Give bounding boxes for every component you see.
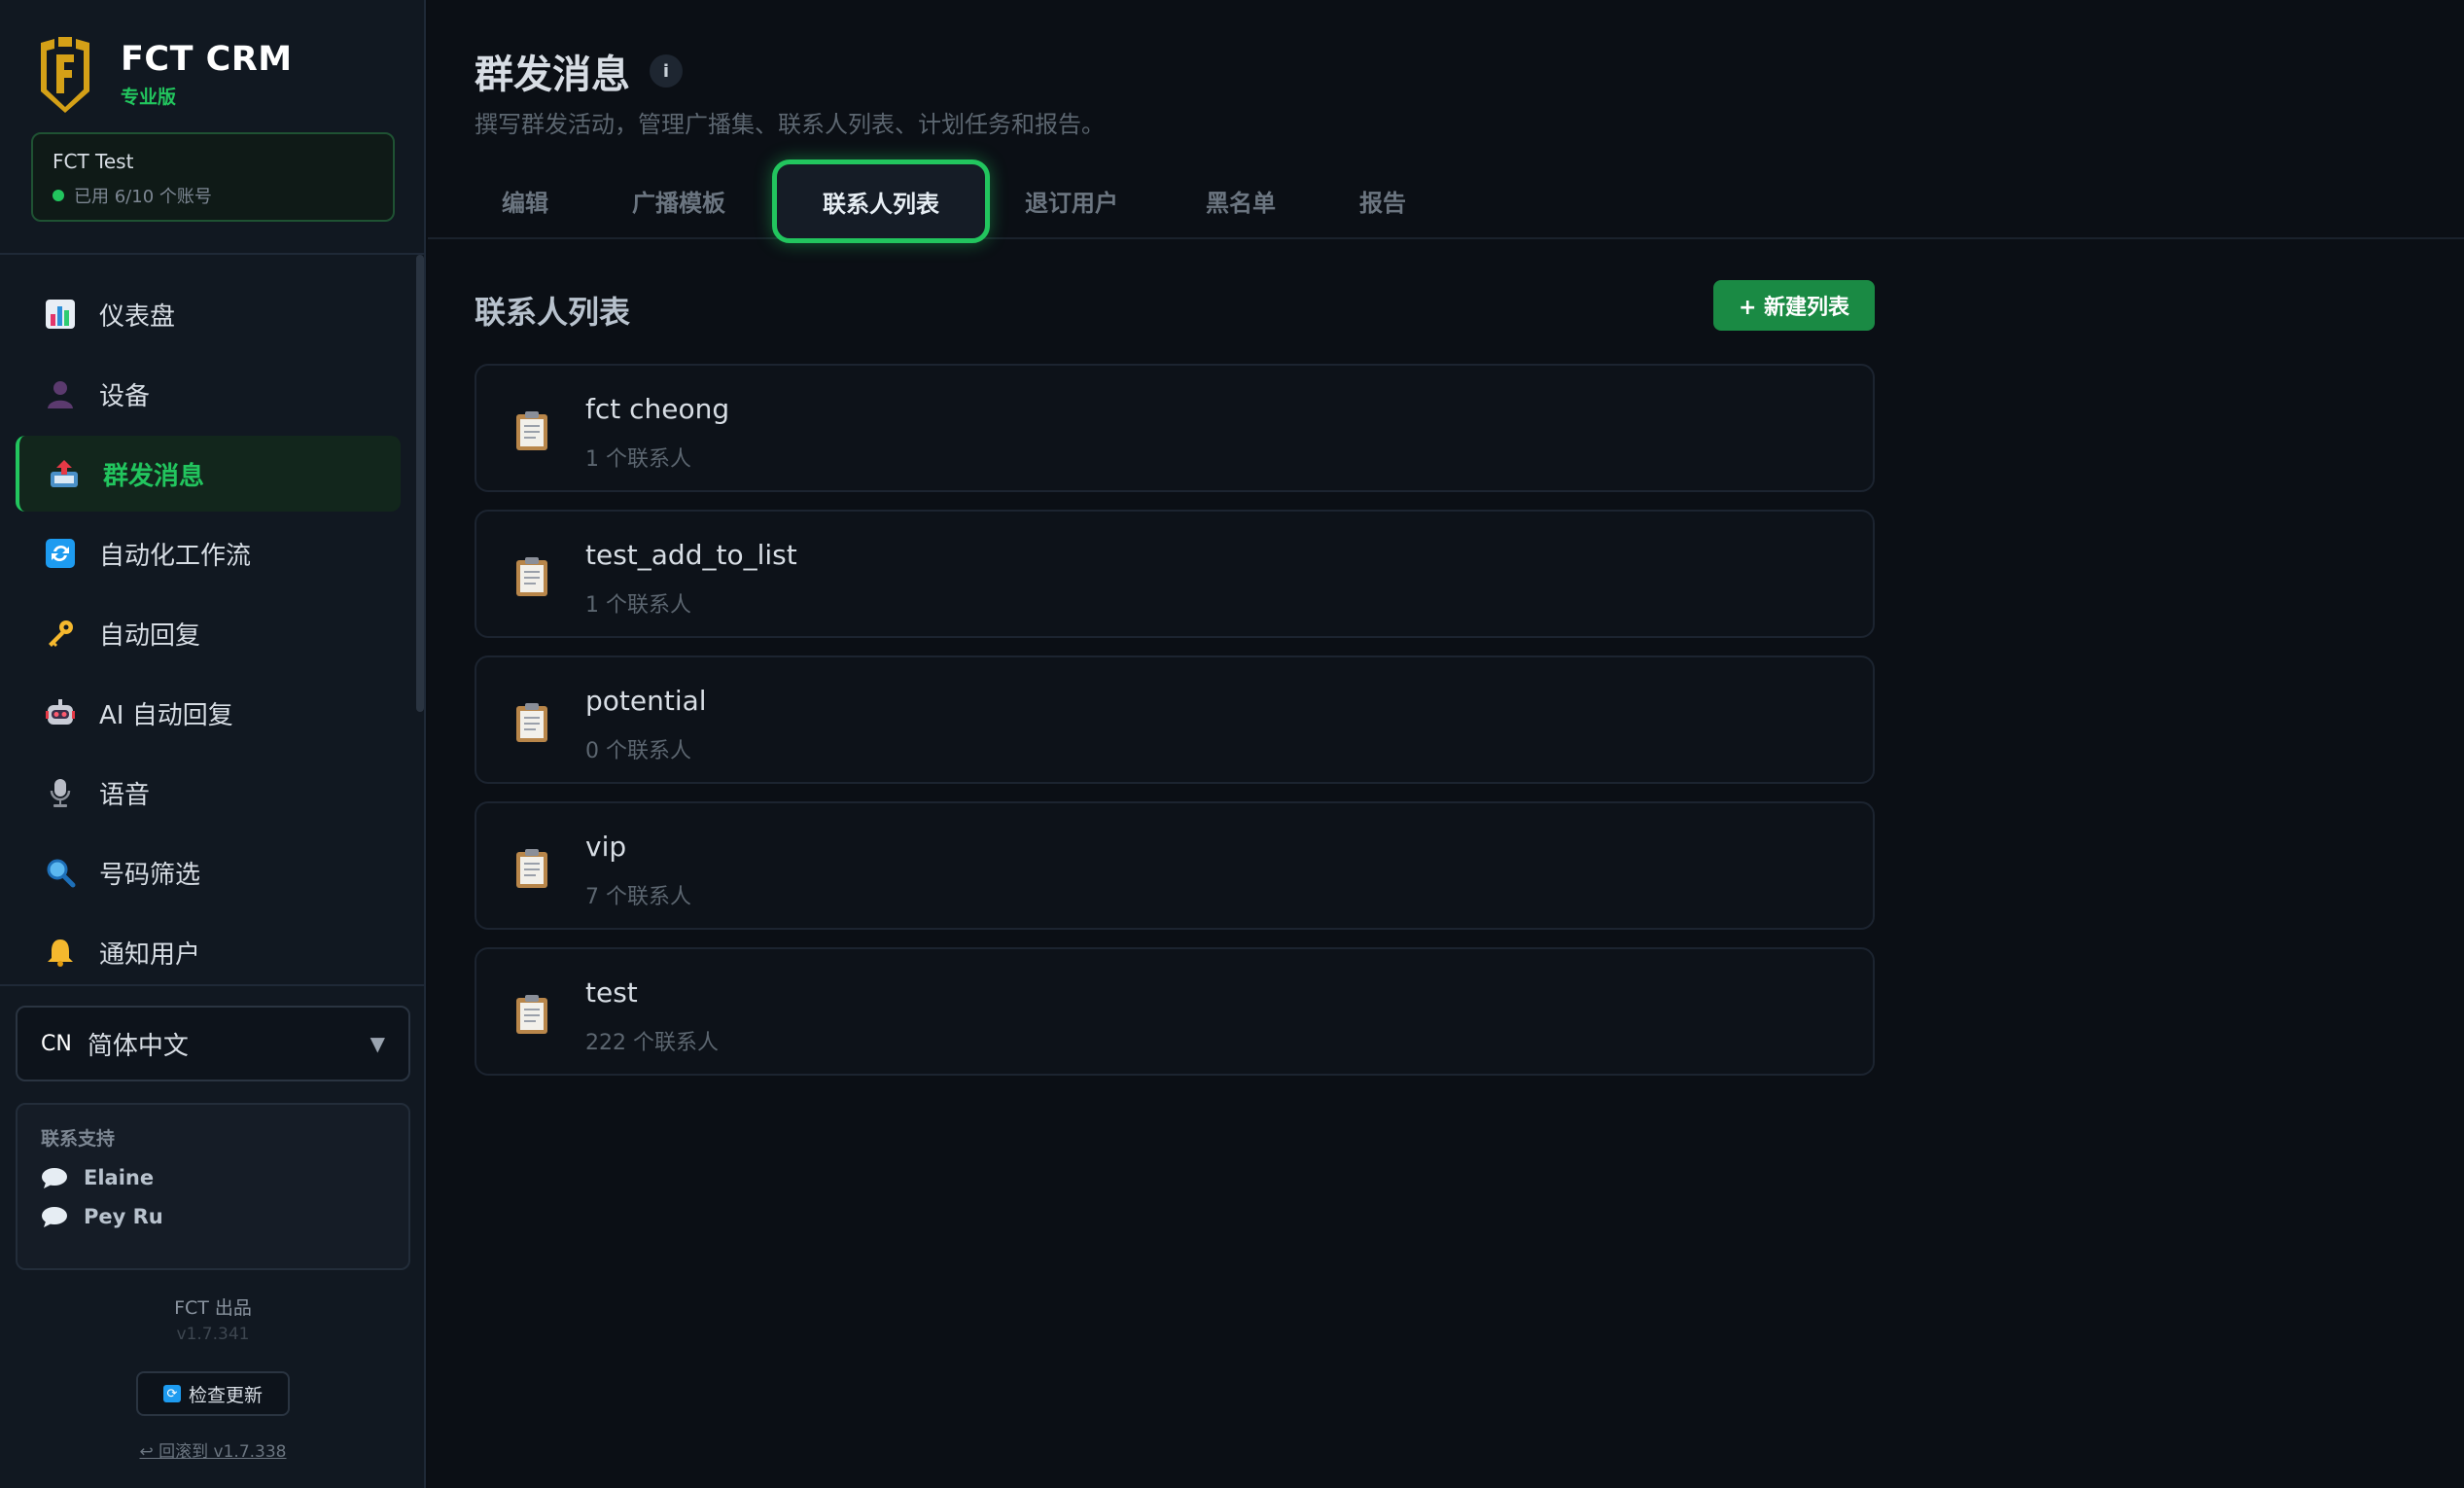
list-item[interactable]: vip 7 个联系人 bbox=[475, 801, 1875, 930]
page-subtitle: 撰写群发活动，管理广播集、联系人列表、计划任务和报告。 bbox=[475, 111, 1105, 138]
magnifier-icon bbox=[43, 855, 78, 890]
language-code: CN bbox=[41, 1031, 72, 1056]
list-name: test_add_to_list bbox=[585, 539, 797, 571]
microphone-icon bbox=[43, 775, 78, 810]
chevron-down-icon: ▼ bbox=[370, 1032, 385, 1055]
robot-icon bbox=[43, 695, 78, 730]
sidebar-item-label: 仪表盘 bbox=[99, 301, 176, 332]
sidebar-item-workflow[interactable]: 自动化工作流 bbox=[16, 515, 401, 591]
refresh-icon bbox=[43, 536, 78, 571]
sidebar-item-dashboard[interactable]: 仪表盘 bbox=[16, 276, 401, 352]
new-list-button[interactable]: + 新建列表 bbox=[1713, 280, 1875, 331]
tab-bar: 编辑 广播模板 联系人列表 退订用户 黑名单 报告 bbox=[428, 156, 2464, 243]
sidebar-item-label: AI 自动回复 bbox=[99, 700, 233, 730]
support-panel: 联系支持 Elaine Pey Ru bbox=[16, 1103, 410, 1270]
brand-name: FCT CRM bbox=[121, 39, 293, 79]
sidebar-item-ai-reply[interactable]: AI 自动回复 bbox=[16, 675, 401, 751]
list-count: 1 个联系人 bbox=[585, 447, 691, 472]
key-icon bbox=[43, 616, 78, 651]
sidebar-item-label: 号码筛选 bbox=[99, 860, 201, 890]
tab-broadcast-templates[interactable]: 广播模板 bbox=[613, 177, 745, 224]
sidebar-item-voice[interactable]: 语音 bbox=[16, 755, 401, 831]
sidebar-item-label: 自动化工作流 bbox=[99, 541, 252, 571]
support-contact-elaine[interactable]: Elaine bbox=[41, 1166, 385, 1189]
clipboard-icon bbox=[516, 703, 547, 742]
brand: FCT CRM 专业版 bbox=[37, 33, 293, 115]
check-update-button[interactable]: ⟳ 检查更新 bbox=[136, 1371, 290, 1416]
support-contact-name: Elaine bbox=[84, 1166, 155, 1189]
account-usage-text: 已用 6/10 个账号 bbox=[74, 187, 212, 207]
account-selector[interactable]: FCT Test 已用 6/10 个账号 bbox=[31, 132, 395, 222]
info-icon[interactable]: i bbox=[650, 54, 683, 88]
sidebar-item-label: 通知用户 bbox=[99, 939, 201, 970]
sidebar-item-devices[interactable]: 设备 bbox=[16, 356, 401, 432]
account-name: FCT Test bbox=[53, 150, 134, 173]
tab-contact-lists[interactable]: 联系人列表 bbox=[772, 159, 990, 243]
list-item[interactable]: test 222 个联系人 bbox=[475, 947, 1875, 1076]
bell-icon bbox=[43, 935, 78, 970]
refresh-icon: ⟳ bbox=[162, 1385, 181, 1402]
list-count: 7 个联系人 bbox=[585, 885, 691, 909]
status-dot-icon bbox=[53, 190, 64, 201]
clipboard-icon bbox=[516, 557, 547, 596]
tab-unsubscribed[interactable]: 退订用户 bbox=[1011, 177, 1132, 224]
sidebar-item-number-filter[interactable]: 号码筛选 bbox=[16, 834, 401, 910]
divider bbox=[0, 984, 426, 986]
sidebar-item-label: 设备 bbox=[99, 381, 151, 411]
sidebar: FCT CRM 专业版 FCT Test 已用 6/10 个账号 仪表盘 设备 bbox=[0, 0, 426, 1488]
sidebar-scrollbar[interactable] bbox=[416, 255, 424, 712]
account-usage: 已用 6/10 个账号 bbox=[53, 183, 373, 208]
list-name: test bbox=[585, 976, 638, 1009]
rollback-link[interactable]: ↩ 回滚到 v1.7.338 bbox=[0, 1437, 426, 1462]
maker-label: FCT 出品 bbox=[174, 1297, 252, 1319]
list-name: vip bbox=[585, 831, 627, 863]
list-name: potential bbox=[585, 685, 707, 717]
support-contact-pey-ru[interactable]: Pey Ru bbox=[41, 1205, 385, 1228]
sidebar-item-label: 自动回复 bbox=[99, 620, 201, 651]
brand-edition: 专业版 bbox=[121, 86, 177, 108]
list-count: 0 个联系人 bbox=[585, 739, 691, 763]
list-item[interactable]: potential 0 个联系人 bbox=[475, 655, 1875, 784]
tab-blacklist[interactable]: 黑名单 bbox=[1190, 177, 1291, 224]
bar-chart-icon bbox=[43, 297, 78, 332]
section-title: 联系人列表 bbox=[475, 294, 631, 331]
support-title: 联系支持 bbox=[41, 1128, 116, 1150]
check-update-label: 检查更新 bbox=[188, 1384, 263, 1406]
version-label: v1.7.341 bbox=[176, 1325, 250, 1344]
user-silhouette-icon bbox=[43, 376, 78, 411]
list-name: fct cheong bbox=[585, 393, 730, 425]
language-select[interactable]: CN 简体中文 ▼ bbox=[16, 1006, 410, 1081]
main-content: 群发消息 i 撰写群发活动，管理广播集、联系人列表、计划任务和报告。 编辑 广播… bbox=[428, 0, 2464, 1488]
list-item[interactable]: fct cheong 1 个联系人 bbox=[475, 364, 1875, 492]
sidebar-item-auto-reply[interactable]: 自动回复 bbox=[16, 595, 401, 671]
sidebar-item-label: 语音 bbox=[99, 780, 151, 810]
chat-bubble-icon bbox=[42, 1168, 67, 1188]
list-count: 222 个联系人 bbox=[585, 1031, 719, 1055]
tab-reports[interactable]: 报告 bbox=[1348, 177, 1418, 224]
list-count: 1 个联系人 bbox=[585, 593, 691, 618]
sidebar-item-notify-users[interactable]: 通知用户 bbox=[16, 914, 401, 984]
language-label: 简体中文 bbox=[87, 1031, 189, 1061]
chat-bubble-icon bbox=[42, 1207, 67, 1227]
divider bbox=[0, 253, 426, 255]
tab-compose[interactable]: 编辑 bbox=[475, 177, 576, 224]
outbox-tray-icon bbox=[47, 456, 82, 491]
clipboard-icon bbox=[516, 411, 547, 450]
logo-shield-icon bbox=[41, 37, 89, 113]
sidebar-item-label: 群发消息 bbox=[103, 461, 205, 491]
support-contact-name: Pey Ru bbox=[84, 1205, 163, 1228]
page-title: 群发消息 i bbox=[475, 43, 683, 99]
sidebar-item-broadcast[interactable]: 群发消息 bbox=[16, 436, 401, 512]
sidebar-nav: 仪表盘 设备 群发消息 自动化工作流 自动回复 AI 自动回复 语音 号码筛选 … bbox=[0, 274, 426, 984]
page-title-text: 群发消息 bbox=[475, 53, 630, 97]
clipboard-icon bbox=[516, 849, 547, 888]
clipboard-icon bbox=[516, 995, 547, 1034]
list-item[interactable]: test_add_to_list 1 个联系人 bbox=[475, 510, 1875, 638]
